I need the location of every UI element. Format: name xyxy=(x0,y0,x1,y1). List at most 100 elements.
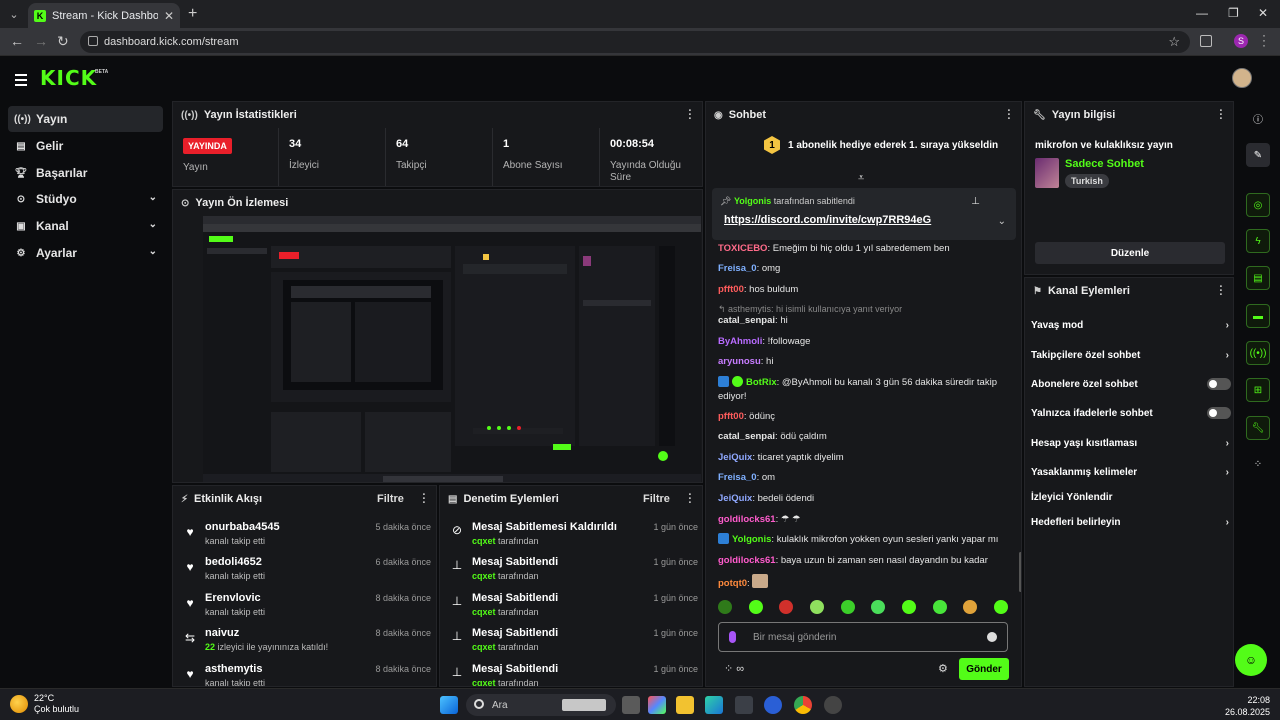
chat-username[interactable]: catal_senpai xyxy=(718,431,775,442)
obs-icon[interactable] xyxy=(824,696,842,714)
chat-username[interactable]: TOXICEBO xyxy=(718,243,767,254)
apps-icon[interactable]: ⁘ xyxy=(1246,452,1270,476)
chat-message-input[interactable]: Bir mesaj gönderin xyxy=(718,622,1008,652)
sidebar-item-yayin[interactable]: ((•)) Yayın xyxy=(8,106,163,132)
chat-username[interactable]: aryunosu xyxy=(718,356,761,367)
back-icon[interactable]: ← xyxy=(10,34,24,48)
chat-settings-gear-icon[interactable]: ⚙ xyxy=(938,662,948,675)
chat-username[interactable]: Freisa_0 xyxy=(718,263,757,274)
pencil-icon[interactable]: ✎ xyxy=(1246,143,1270,167)
emote-only-toggle[interactable] xyxy=(1207,407,1231,419)
more-options-icon[interactable]: · · · xyxy=(422,490,426,509)
chat-username[interactable]: goldilocks61 xyxy=(718,514,776,525)
camera-icon[interactable]: ◎ xyxy=(1246,193,1270,217)
sidebar-item-ayarlar[interactable]: ⚙ Ayarlar ⌄ xyxy=(8,240,163,266)
edge-icon[interactable] xyxy=(705,696,723,714)
system-clock[interactable]: 22:08 26.08.2025 xyxy=(1225,694,1270,718)
emoji-picker-icon[interactable] xyxy=(987,632,997,642)
close-tab-icon[interactable]: ✕ xyxy=(164,9,174,23)
chat-extras-icon[interactable]: ⁘ ∞ xyxy=(724,662,744,675)
moderator-name[interactable]: cqxet xyxy=(472,678,496,686)
more-options-icon[interactable]: · · · xyxy=(1007,106,1011,125)
subscribers-only-toggle[interactable] xyxy=(1207,378,1231,390)
chat-username[interactable]: ByAhmoli xyxy=(718,336,762,347)
emote-icon[interactable] xyxy=(809,600,824,614)
moderation-filter-button[interactable]: Filtre xyxy=(643,493,670,505)
new-tab-button[interactable]: + xyxy=(188,5,197,23)
info-icon[interactable]: ⓘ xyxy=(1246,106,1270,130)
chat-username[interactable]: Freisa_0 xyxy=(718,472,757,483)
activity-filter-button[interactable]: Filtre xyxy=(377,493,404,505)
activity-username[interactable]: bedoli4652 xyxy=(205,556,262,568)
chevron-down-icon[interactable]: ⌄ xyxy=(998,216,1006,227)
chrome-icon[interactable] xyxy=(794,696,812,714)
pinned-link[interactable]: https://discord.com/invite/cwp7RR94eG xyxy=(724,214,931,226)
document-icon[interactable]: ▤ xyxy=(1246,266,1270,290)
pinned-user[interactable]: Yolgonis xyxy=(734,196,771,206)
chat-username[interactable]: BotRix xyxy=(746,377,777,388)
sidebar-item-studyo[interactable]: ⊙ Stüdyo ⌄ xyxy=(8,186,163,212)
channel-action-banned-words[interactable]: Yasaklanmış kelimeler › xyxy=(1031,462,1231,482)
emote-icon[interactable] xyxy=(901,600,916,614)
pin-icon[interactable]: ⊥ xyxy=(971,196,980,207)
forward-icon[interactable]: → xyxy=(34,34,48,48)
chat-username[interactable]: JeiQuix xyxy=(718,452,752,463)
chat-username[interactable]: pfft00 xyxy=(718,284,744,295)
stream-category[interactable]: Sadece Sohbet xyxy=(1065,158,1144,170)
site-info-icon[interactable] xyxy=(88,36,98,46)
url-field[interactable]: dashboard.kick.com/stream ☆ xyxy=(80,31,1190,53)
emote-icon[interactable] xyxy=(963,600,978,614)
windows-start-icon[interactable] xyxy=(440,696,458,714)
close-window-button[interactable]: ✕ xyxy=(1258,6,1268,20)
minimize-button[interactable]: — xyxy=(1196,6,1208,20)
more-options-icon[interactable]: · · · xyxy=(1219,106,1223,125)
channel-action-followers-only[interactable]: Takipçilere özel sohbet › xyxy=(1031,345,1231,365)
lightning-icon[interactable]: ϟ xyxy=(1246,229,1270,253)
sidebar-item-kanal[interactable]: ▣ Kanal ⌄ xyxy=(8,213,163,239)
store-icon[interactable] xyxy=(735,696,753,714)
taskbar-search[interactable]: Ara xyxy=(466,694,616,716)
help-chat-icon[interactable]: ☺ xyxy=(1235,644,1267,676)
activity-username[interactable]: onurbaba4545 xyxy=(205,521,280,533)
app-icon[interactable] xyxy=(764,696,782,714)
bookmark-star-icon[interactable]: ☆ xyxy=(1168,34,1180,50)
moderator-name[interactable]: cqxet xyxy=(472,536,496,546)
chat-username[interactable]: catal_senpai xyxy=(718,315,775,326)
emote-icon[interactable] xyxy=(718,600,732,614)
kick-logo[interactable]: KICK xyxy=(40,66,97,90)
moderator-name[interactable]: cqxet xyxy=(472,642,496,652)
activity-username[interactable]: Erenvlovic xyxy=(205,592,261,604)
broadcast-icon[interactable]: ((•)) xyxy=(1246,341,1270,365)
tab-search-button[interactable]: ⌄ xyxy=(5,5,23,23)
extensions-icon[interactable] xyxy=(1200,35,1212,47)
wrench-icon[interactable]: 🔧︎ xyxy=(1246,416,1270,440)
edit-stream-info-button[interactable]: Düzenle xyxy=(1035,242,1225,264)
more-options-icon[interactable]: · · · xyxy=(688,106,692,125)
emote-icon[interactable] xyxy=(932,600,947,614)
chat-username[interactable]: goldilocks61 xyxy=(718,555,776,566)
maximize-button[interactable]: ❐ xyxy=(1228,6,1239,20)
channel-action-slow-mode[interactable]: Yavaş mod › xyxy=(1031,315,1231,335)
emote-icon[interactable] xyxy=(871,600,886,614)
chat-username[interactable]: potqt0 xyxy=(718,578,747,589)
emote-icon[interactable] xyxy=(779,600,794,614)
channel-action-host[interactable]: İzleyici Yönlendir xyxy=(1031,487,1231,507)
microphone-icon[interactable] xyxy=(729,631,736,643)
weather-widget[interactable]: 22°C Çok bulutlu xyxy=(10,693,79,715)
activity-username[interactable]: asthemytis xyxy=(205,663,262,675)
activity-username[interactable]: naivuz xyxy=(205,627,239,639)
user-avatar[interactable] xyxy=(1232,68,1252,88)
stream-preview-video[interactable] xyxy=(203,216,701,482)
chat-scrollbar[interactable] xyxy=(1019,552,1021,592)
reload-icon[interactable]: ↻ xyxy=(57,34,69,48)
browser-menu-icon[interactable]: · · · xyxy=(1262,29,1266,51)
chat-username[interactable]: Yolgonis xyxy=(732,534,771,545)
browser-profile-avatar[interactable]: S xyxy=(1234,34,1248,48)
emote-icon[interactable] xyxy=(840,600,855,614)
chat-username[interactable]: pfft00 xyxy=(718,411,744,422)
chat-username[interactable]: JeiQuix xyxy=(718,493,752,504)
moderator-name[interactable]: cqxet xyxy=(472,571,496,581)
send-button[interactable]: Gönder xyxy=(959,658,1009,680)
channel-action-goals[interactable]: Hedefleri belirleyin › xyxy=(1031,512,1231,532)
sidebar-item-basarilar[interactable]: 🏆︎ Başarılar xyxy=(8,160,163,186)
